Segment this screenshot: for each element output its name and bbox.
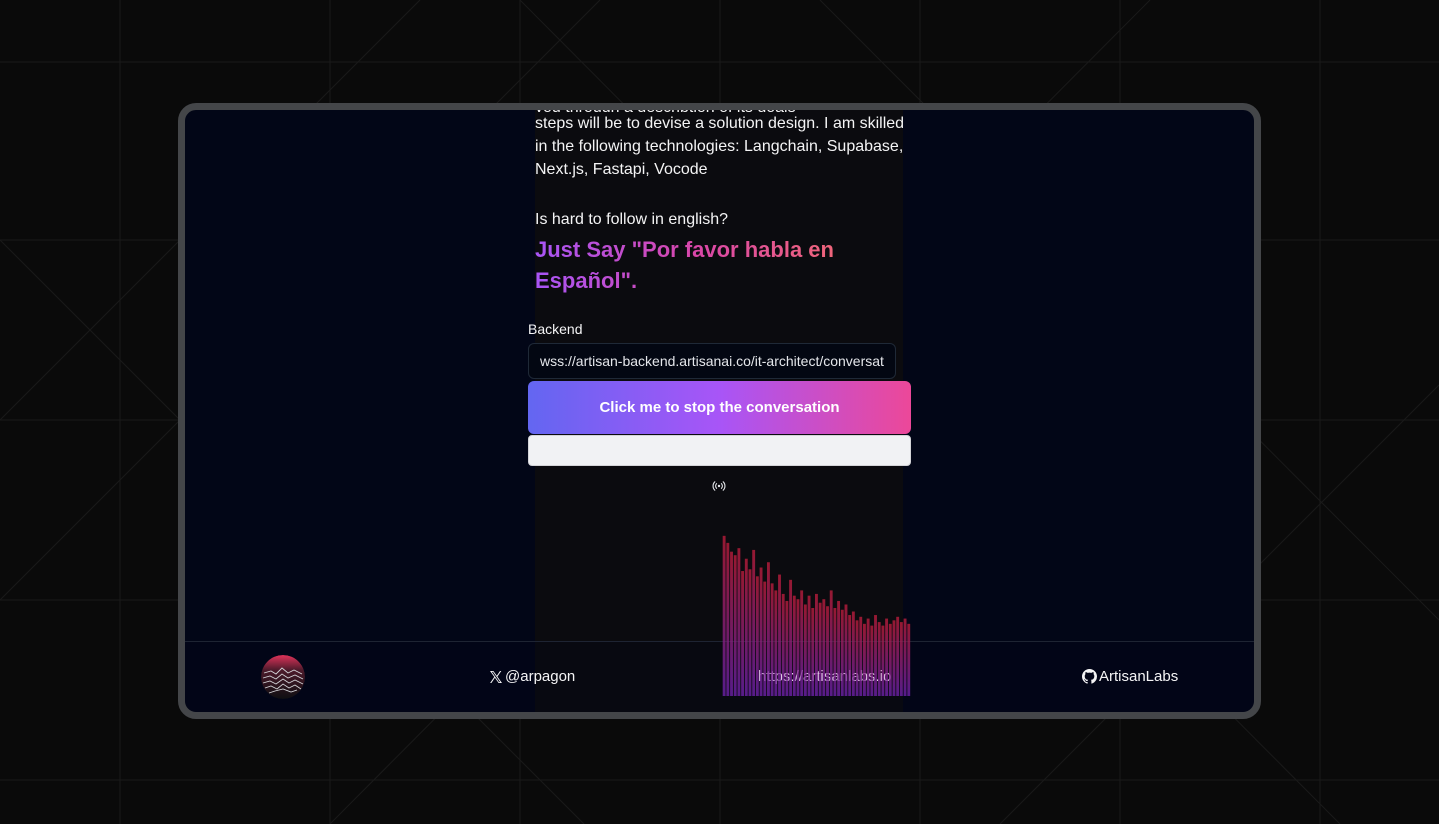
visualizer-bar	[752, 549, 756, 696]
github-label: ArtisanLabs	[1099, 668, 1179, 685]
visualizer-bar	[726, 542, 730, 696]
intro-line: in the following technologies: Langchain…	[535, 138, 904, 155]
visualizer-bar	[755, 576, 759, 696]
visualizer-bar	[744, 558, 748, 696]
visualizer-bar	[737, 548, 741, 696]
visualizer-bar	[774, 590, 778, 696]
backend-url-input[interactable]	[528, 343, 896, 379]
visualizer-bar	[741, 571, 745, 696]
visualizer-bar	[907, 623, 911, 696]
visualizer-bar	[796, 599, 800, 696]
visualizer-bar	[807, 595, 811, 696]
x-logo-icon	[490, 670, 502, 683]
spanish-prompt-headline: Just Say "Por favor habla en Español".	[535, 234, 895, 296]
visualizer-bar	[899, 622, 903, 696]
visualizer-bar	[848, 615, 852, 696]
visualizer-bar	[833, 608, 837, 696]
avatar[interactable]	[261, 655, 305, 699]
visualizer-bar	[870, 625, 874, 696]
wave-logo-icon	[261, 655, 305, 699]
intro-paragraph: you through a description of its goals s…	[535, 110, 905, 181]
transcript-bar	[528, 435, 911, 466]
visualizer-bar	[888, 623, 892, 696]
visualizer-bar	[730, 551, 733, 696]
visualizer-bar	[896, 616, 900, 696]
intro-line: steps will be to devise a solution desig…	[535, 115, 905, 132]
github-icon	[1082, 669, 1097, 684]
twitter-link[interactable]: @arpagon	[489, 668, 575, 685]
visualizer-bars	[722, 535, 911, 696]
visualizer-bar	[748, 569, 752, 696]
visualizer-bar	[844, 604, 848, 696]
page: you through a description of its goals s…	[0, 0, 1439, 824]
visualizer-bar	[803, 604, 807, 696]
visualizer-bar	[778, 574, 781, 696]
visualizer-bar	[785, 600, 789, 696]
audio-visualizer	[722, 535, 911, 696]
visualizer-bar	[826, 606, 829, 696]
visualizer-bar	[792, 595, 796, 696]
visualizer-bar	[829, 590, 833, 696]
visualizer-bar	[767, 562, 770, 696]
visualizer-bar	[851, 611, 855, 696]
broadcast-icon	[712, 481, 726, 491]
visualizer-bar	[874, 615, 877, 696]
backend-label: Backend	[528, 321, 583, 337]
visualizer-bar	[822, 599, 826, 696]
visualizer-bar	[770, 583, 774, 696]
twitter-handle: @arpagon	[505, 668, 576, 685]
visualizer-bar	[863, 623, 866, 696]
visualizer-bar	[837, 600, 841, 696]
visualizer-bar	[789, 579, 793, 696]
visualizer-bar	[903, 618, 907, 696]
visualizer-bar	[892, 620, 896, 696]
app-window: you through a description of its goals s…	[178, 103, 1261, 719]
visualizer-bar	[763, 581, 767, 696]
visualizer-bar	[733, 555, 737, 696]
question-text: Is hard to follow in english?	[535, 211, 728, 228]
visualizer-bar	[800, 590, 804, 696]
visualizer-bar	[877, 622, 881, 696]
visualizer-bar	[811, 608, 815, 696]
visualizer-bar	[818, 602, 822, 696]
github-link[interactable]: ArtisanLabs	[1082, 668, 1178, 685]
visualizer-bar	[859, 616, 863, 696]
visualizer-bar	[722, 535, 726, 696]
intro-cut-line: you through a description of its goals	[535, 103, 796, 112]
visualizer-bar	[881, 625, 885, 696]
visualizer-bar	[885, 618, 889, 696]
visualizer-bar	[781, 593, 785, 696]
visualizer-bar	[815, 593, 818, 696]
intro-line: Next.js, Fastapi, Vocode	[535, 161, 708, 178]
visualizer-bar	[855, 620, 859, 696]
visualizer-bar	[840, 609, 844, 696]
visualizer-bar	[759, 567, 763, 696]
stop-conversation-button[interactable]: Click me to stop the conversation	[528, 381, 911, 434]
visualizer-bar	[866, 618, 870, 696]
